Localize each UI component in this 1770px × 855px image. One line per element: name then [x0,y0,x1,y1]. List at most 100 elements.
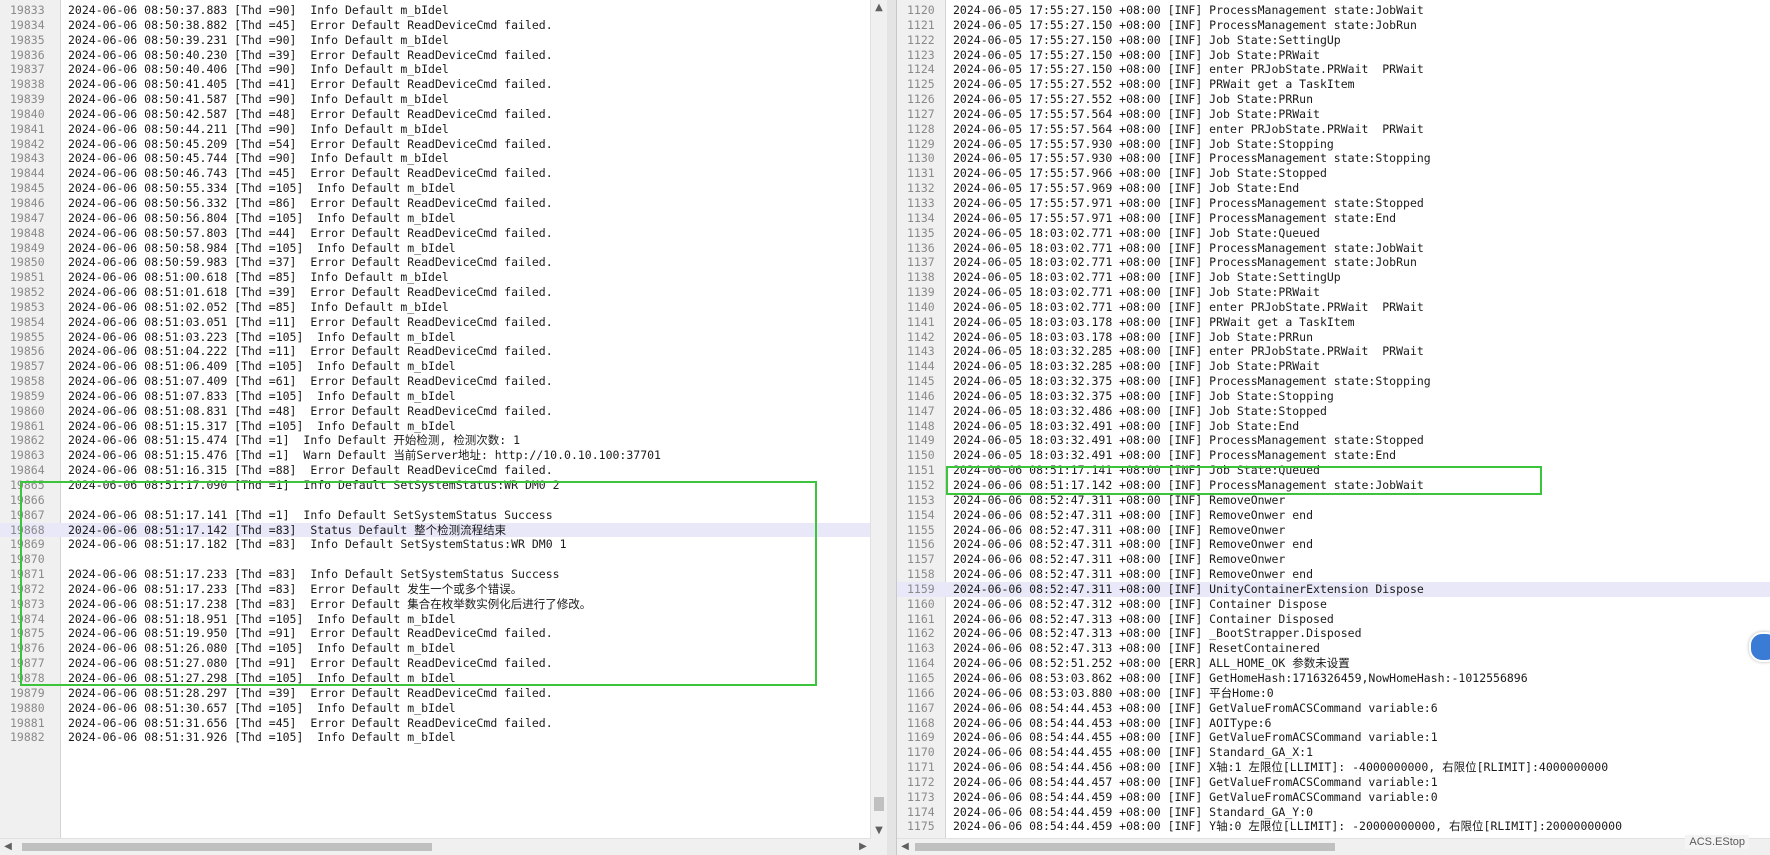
scroll-right-icon[interactable]: ▶ [855,839,871,855]
log-line[interactable]: 1163 2024-06-06 08:52:47.313 +08:00 [INF]… [897,641,1770,656]
log-line[interactable]: 1125 2024-06-05 17:55:27.552 +08:00 [INF]… [897,77,1770,92]
log-line[interactable]: 19845 2024-06-06 08:50:55.334 [Thd =105] … [0,181,887,196]
log-line[interactable]: 1142 2024-06-05 18:03:03.178 +08:00 [INF]… [897,330,1770,345]
log-line[interactable]: 19868 2024-06-06 08:51:17.142 [Thd =83] S… [0,522,887,538]
log-line[interactable]: 1154 2024-06-06 08:52:47.311 +08:00 [INF]… [897,508,1770,523]
scroll-thumb[interactable] [874,797,884,811]
scroll-thumb[interactable] [915,843,1335,851]
scroll-left-icon[interactable]: ◀ [897,839,913,855]
log-line[interactable]: 19872 2024-06-06 08:51:17.233 [Thd =83] E… [0,582,887,597]
log-line[interactable]: 19850 2024-06-06 08:50:59.983 [Thd =37] E… [0,255,887,270]
log-line[interactable]: 1170 2024-06-06 08:54:44.455 +08:00 [INF]… [897,745,1770,760]
log-line[interactable]: 1121 2024-06-05 17:55:27.150 +08:00 [INF]… [897,18,1770,33]
log-line[interactable]: 1144 2024-06-05 18:03:32.285 +08:00 [INF]… [897,359,1770,374]
log-lines[interactable]: 19833 2024-06-06 08:50:37.883 [Thd =90] I… [0,3,887,745]
log-line[interactable]: 1157 2024-06-06 08:52:47.311 +08:00 [INF]… [897,552,1770,567]
log-line[interactable]: 19881 2024-06-06 08:51:31.656 [Thd =45] E… [0,716,887,731]
log-line[interactable]: 1140 2024-06-05 18:03:02.771 +08:00 [INF]… [897,300,1770,315]
log-line[interactable]: 1122 2024-06-05 17:55:27.150 +08:00 [INF]… [897,33,1770,48]
log-line[interactable]: 1166 2024-06-06 08:53:03.880 +08:00 [INF]… [897,686,1770,701]
log-line[interactable]: 19880 2024-06-06 08:51:30.657 [Thd =105] … [0,701,887,716]
log-line[interactable]: 19853 2024-06-06 08:51:02.052 [Thd =85] I… [0,300,887,315]
log-line[interactable]: 1133 2024-06-05 17:55:57.971 +08:00 [INF]… [897,196,1770,211]
horizontal-scrollbar[interactable]: ◀ ▶ [0,838,871,855]
log-line[interactable]: 19862 2024-06-06 08:51:15.474 [Thd =1] In… [0,433,887,448]
log-line[interactable]: 19876 2024-06-06 08:51:26.080 [Thd =105] … [0,641,887,656]
log-line[interactable]: 1120 2024-06-05 17:55:27.150 +08:00 [INF]… [897,3,1770,18]
log-line[interactable]: 19848 2024-06-06 08:50:57.803 [Thd =44] E… [0,226,887,241]
log-line[interactable]: 19882 2024-06-06 08:51:31.926 [Thd =105] … [0,730,887,745]
log-line[interactable]: 19857 2024-06-06 08:51:06.409 [Thd =105] … [0,359,887,374]
log-line[interactable]: 1124 2024-06-05 17:55:27.150 +08:00 [INF]… [897,62,1770,77]
log-line[interactable]: 1150 2024-06-05 18:03:32.491 +08:00 [INF]… [897,448,1770,463]
log-line[interactable]: 1128 2024-06-05 17:55:57.564 +08:00 [INF]… [897,122,1770,137]
vertical-scrollbar[interactable]: ▲ ▼ [870,0,887,839]
log-line[interactable]: 1174 2024-06-06 08:54:44.459 +08:00 [INF]… [897,805,1770,820]
log-line[interactable]: 1152 2024-06-06 08:51:17.142 +08:00 [INF]… [897,478,1770,493]
log-line[interactable]: 1138 2024-06-05 18:03:02.771 +08:00 [INF]… [897,270,1770,285]
scroll-thumb[interactable] [22,843,432,851]
log-line[interactable]: 19854 2024-06-06 08:51:03.051 [Thd =11] E… [0,315,887,330]
scroll-up-icon[interactable]: ▲ [871,0,887,16]
log-line[interactable]: 19877 2024-06-06 08:51:27.080 [Thd =91] E… [0,656,887,671]
log-line[interactable]: 1136 2024-06-05 18:03:02.771 +08:00 [INF]… [897,241,1770,256]
log-line[interactable]: 1129 2024-06-05 17:55:57.930 +08:00 [INF]… [897,137,1770,152]
log-line[interactable]: 1175 2024-06-06 08:54:44.459 +08:00 [INF]… [897,819,1770,834]
log-lines[interactable]: 1120 2024-06-05 17:55:27.150 +08:00 [INF]… [897,3,1770,834]
log-line[interactable]: 1151 2024-06-06 08:51:17.141 +08:00 [INF]… [897,463,1770,478]
log-line[interactable]: 19866 [0,493,887,508]
log-line[interactable]: 19836 2024-06-06 08:50:40.230 [Thd =39] E… [0,48,887,63]
log-line[interactable]: 1156 2024-06-06 08:52:47.311 +08:00 [INF]… [897,537,1770,552]
log-line[interactable]: 19871 2024-06-06 08:51:17.233 [Thd =83] I… [0,567,887,582]
log-line[interactable]: 19870 [0,552,887,567]
log-line[interactable]: 19869 2024-06-06 08:51:17.182 [Thd =83] I… [0,537,887,552]
log-line[interactable]: 19860 2024-06-06 08:51:08.831 [Thd =48] E… [0,404,887,419]
log-line[interactable]: 1173 2024-06-06 08:54:44.459 +08:00 [INF]… [897,790,1770,805]
left-log-pane[interactable]: 19833 2024-06-06 08:50:37.883 [Thd =90] I… [0,0,888,855]
log-line[interactable]: 1130 2024-06-05 17:55:57.930 +08:00 [INF]… [897,151,1770,166]
log-line[interactable]: 1162 2024-06-06 08:52:47.313 +08:00 [INF]… [897,626,1770,641]
scroll-down-icon[interactable]: ▼ [871,823,887,839]
log-line[interactable]: 19861 2024-06-06 08:51:15.317 [Thd =105] … [0,419,887,434]
log-line[interactable]: 19842 2024-06-06 08:50:45.209 [Thd =54] E… [0,137,887,152]
log-line[interactable]: 19874 2024-06-06 08:51:18.951 [Thd =105] … [0,612,887,627]
log-line[interactable]: 19837 2024-06-06 08:50:40.406 [Thd =90] I… [0,62,887,77]
log-line[interactable]: 19847 2024-06-06 08:50:56.804 [Thd =105] … [0,211,887,226]
log-line[interactable]: 1169 2024-06-06 08:54:44.455 +08:00 [INF]… [897,730,1770,745]
scroll-left-icon[interactable]: ◀ [0,839,16,855]
log-line[interactable]: 19878 2024-06-06 08:51:27.298 [Thd =105] … [0,671,887,686]
log-line[interactable]: 1165 2024-06-06 08:53:03.862 +08:00 [INF]… [897,671,1770,686]
log-line[interactable]: 19863 2024-06-06 08:51:15.476 [Thd =1] Wa… [0,448,887,463]
log-line[interactable]: 19841 2024-06-06 08:50:44.211 [Thd =90] I… [0,122,887,137]
log-line[interactable]: 1132 2024-06-05 17:55:57.969 +08:00 [INF]… [897,181,1770,196]
log-line[interactable]: 19849 2024-06-06 08:50:58.984 [Thd =105] … [0,241,887,256]
log-line[interactable]: 1137 2024-06-05 18:03:02.771 +08:00 [INF]… [897,255,1770,270]
horizontal-scrollbar[interactable]: ◀ [897,838,1770,855]
log-line[interactable]: 19851 2024-06-06 08:51:00.618 [Thd =85] I… [0,270,887,285]
log-line[interactable]: 19875 2024-06-06 08:51:19.950 [Thd =91] E… [0,626,887,641]
log-line[interactable]: 1127 2024-06-05 17:55:57.564 +08:00 [INF]… [897,107,1770,122]
right-log-pane[interactable]: 1120 2024-06-05 17:55:27.150 +08:00 [INF]… [896,0,1770,855]
log-line[interactable]: 1171 2024-06-06 08:54:44.456 +08:00 [INF]… [897,760,1770,775]
log-line[interactable]: 1172 2024-06-06 08:54:44.457 +08:00 [INF]… [897,775,1770,790]
log-line[interactable]: 19833 2024-06-06 08:50:37.883 [Thd =90] I… [0,3,887,18]
log-line[interactable]: 1143 2024-06-05 18:03:32.285 +08:00 [INF]… [897,344,1770,359]
log-line[interactable]: 19846 2024-06-06 08:50:56.332 [Thd =86] E… [0,196,887,211]
log-line[interactable]: 1147 2024-06-05 18:03:32.486 +08:00 [INF]… [897,404,1770,419]
pane-splitter[interactable] [887,0,896,855]
log-line[interactable]: 1153 2024-06-06 08:52:47.311 +08:00 [INF]… [897,493,1770,508]
log-line[interactable]: 1160 2024-06-06 08:52:47.312 +08:00 [INF]… [897,597,1770,612]
log-line[interactable]: 1134 2024-06-05 17:55:57.971 +08:00 [INF]… [897,211,1770,226]
log-line[interactable]: 1126 2024-06-05 17:55:27.552 +08:00 [INF]… [897,92,1770,107]
log-line[interactable]: 19852 2024-06-06 08:51:01.618 [Thd =39] E… [0,285,887,300]
log-line[interactable]: 19879 2024-06-06 08:51:28.297 [Thd =39] E… [0,686,887,701]
log-line[interactable]: 1161 2024-06-06 08:52:47.313 +08:00 [INF]… [897,612,1770,627]
log-line[interactable]: 1158 2024-06-06 08:52:47.311 +08:00 [INF]… [897,567,1770,582]
log-line[interactable]: 19858 2024-06-06 08:51:07.409 [Thd =61] E… [0,374,887,389]
log-line[interactable]: 19873 2024-06-06 08:51:17.238 [Thd =83] E… [0,597,887,612]
log-line[interactable]: 1167 2024-06-06 08:54:44.453 +08:00 [INF]… [897,701,1770,716]
log-line[interactable]: 19844 2024-06-06 08:50:46.743 [Thd =45] E… [0,166,887,181]
log-line[interactable]: 1135 2024-06-05 18:03:02.771 +08:00 [INF]… [897,226,1770,241]
log-line[interactable]: 19840 2024-06-06 08:50:42.587 [Thd =48] E… [0,107,887,122]
log-line[interactable]: 19835 2024-06-06 08:50:39.231 [Thd =90] I… [0,33,887,48]
